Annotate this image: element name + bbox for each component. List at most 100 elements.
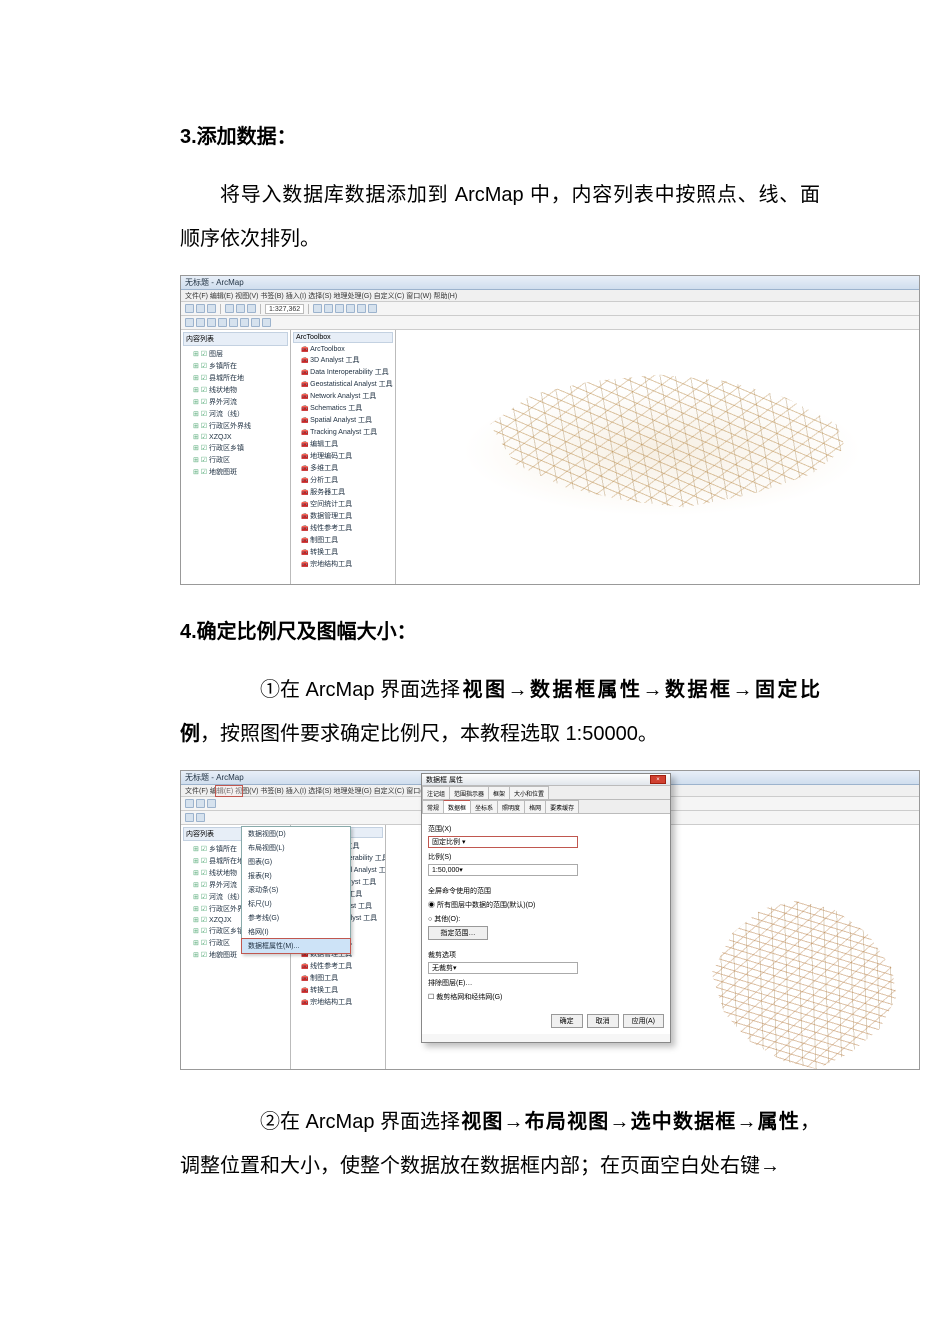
toc-item[interactable]: 行政区外界线 [183,420,288,432]
radio-all-layers[interactable]: ◉ 所有图层中数据的范围(默认)(D) [428,900,664,910]
open-icon[interactable] [196,304,205,313]
new-icon[interactable] [185,799,194,808]
toc-panel[interactable]: 内容列表 图层 乡镇所在 县城所在地 线状地物 界外河流 河流（线） 行政区外界… [181,330,291,584]
save-icon[interactable] [207,799,216,808]
clip-grid-checkbox[interactable]: ☐ 裁剪格网和经纬网(G) [428,992,664,1002]
radio-other[interactable]: ○ 其他(O): [428,914,664,924]
tool-icon[interactable] [346,304,355,313]
tool-icon[interactable] [207,318,216,327]
arctoolbox-panel[interactable]: ArcToolbox ArcToolbox 3D Analyst 工具 Data… [291,330,396,584]
dropdown-item-dataframe-properties[interactable]: 数据框属性(M)... [241,938,351,954]
dialog-tab[interactable]: 常规 [422,800,444,813]
toolbox-item[interactable]: Data Interoperability 工具 [293,366,393,378]
toolbox-item[interactable]: 空间统计工具 [293,498,393,510]
scale-combobox[interactable]: 1:50,000 ▾ [428,864,578,876]
toolbox-item[interactable]: 宗地结构工具 [293,996,383,1008]
toolbox-item[interactable]: 地理编码工具 [293,450,393,462]
toc-item[interactable]: 行政区乡镇 [183,442,288,454]
toolbox-item[interactable]: 宗地结构工具 [293,558,393,570]
tool-icon[interactable] [229,318,238,327]
toolbox-item[interactable]: 数据管理工具 [293,510,393,522]
copy-icon[interactable] [236,304,245,313]
toc-item[interactable]: 河流（线） [183,408,288,420]
cut-icon[interactable] [225,304,234,313]
dialog-tab[interactable]: 大小和位置 [509,786,549,799]
tool-icon[interactable] [357,304,366,313]
scale-box[interactable]: 1:327,362 [265,304,304,314]
toc-item[interactable]: XZQJX [183,432,288,442]
tool-icon[interactable] [218,318,227,327]
tool-icon[interactable] [368,304,377,313]
ok-button[interactable]: 确定 [551,1014,583,1028]
tool-icon[interactable] [313,304,322,313]
map-canvas[interactable] [396,330,919,584]
cancel-button[interactable]: 取消 [587,1014,619,1028]
dialog-tab[interactable]: 范围指示器 [449,786,489,799]
toolbox-item[interactable]: 线性参考工具 [293,522,393,534]
open-icon[interactable] [196,799,205,808]
dropdown-item[interactable]: 参考线(G) [242,911,350,925]
dialog-tab[interactable]: 要素缓存 [545,800,579,813]
toolbox-item[interactable]: ArcToolbox [293,345,393,354]
dropdown-item[interactable]: 滚动条(S) [242,883,350,897]
dialog-tab[interactable]: 格网 [524,800,546,813]
view-menu-highlight[interactable] [215,785,243,797]
dropdown-item[interactable]: 图表(G) [242,855,350,869]
toc-item[interactable]: 乡镇所在 [183,360,288,372]
toolbar-row-2[interactable] [181,316,919,330]
tool-icon[interactable] [251,318,260,327]
dropdown-item[interactable]: 格网(I) [242,925,350,939]
dialog-tab[interactable]: 坐标系 [470,800,498,813]
toolbox-item[interactable]: Spatial Analyst 工具 [293,414,393,426]
toolbox-item[interactable]: 线性参考工具 [293,960,383,972]
toc-item[interactable]: 行政区 [183,454,288,466]
toc-item[interactable]: 界外河流 [183,396,288,408]
exclude-layers[interactable]: 排除图层(E)… [428,978,664,988]
toolbox-item[interactable]: 转换工具 [293,984,383,996]
close-icon[interactable]: × [650,775,666,784]
dropdown-item[interactable]: 报表(R) [242,869,350,883]
toolbox-item[interactable]: 3D Analyst 工具 [293,354,393,366]
toolbox-item[interactable]: 多维工具 [293,462,393,474]
toolbox-item[interactable]: 转换工具 [293,546,393,558]
clip-combobox[interactable]: 无裁剪 ▾ [428,962,578,974]
toc-item[interactable]: 图层 [183,348,288,360]
tool-icon[interactable] [196,318,205,327]
dialog-tab-dataframe[interactable]: 数据框 [443,800,471,813]
toolbox-item[interactable]: 制图工具 [293,972,383,984]
toolbox-item[interactable]: 编辑工具 [293,438,393,450]
tool-icon[interactable] [324,304,333,313]
dataframe-properties-dialog[interactable]: 数据框 属性 × 注记组 范围指示器 框架 大小和位置 常规 数据框 坐标系 照… [421,773,671,1043]
toolbox-item[interactable]: Network Analyst 工具 [293,390,393,402]
save-icon[interactable] [207,304,216,313]
new-icon[interactable] [185,304,194,313]
view-dropdown-menu[interactable]: 数据视图(D) 布局视图(L) 图表(G) 报表(R) 滚动条(S) 标尺(U)… [241,826,351,954]
dialog-tab[interactable]: 注记组 [422,786,450,799]
menubar[interactable]: 文件(F) 编辑(E) 视图(V) 书签(B) 插入(I) 选择(S) 地理处理… [181,290,919,302]
tool-icon[interactable] [262,318,271,327]
toolbar-row-1[interactable]: 1:327,362 [181,302,919,316]
toc-item[interactable]: 线状地物 [183,384,288,396]
tool-icon[interactable] [196,813,205,822]
paste-icon[interactable] [247,304,256,313]
dialog-tabs-row1[interactable]: 注记组 范围指示器 框架 大小和位置 [422,786,670,800]
toolbox-item[interactable]: Schematics 工具 [293,402,393,414]
dialog-tab[interactable]: 照明度 [497,800,525,813]
toolbox-item[interactable]: Geostatistical Analyst 工具 [293,378,393,390]
range-combobox[interactable]: 固定比例 ▾ [428,836,578,848]
toolbox-item[interactable]: 服务器工具 [293,486,393,498]
dropdown-item[interactable]: 布局视图(L) [242,841,350,855]
apply-button[interactable]: 应用(A) [623,1014,664,1028]
dropdown-item[interactable]: 标尺(U) [242,897,350,911]
toc-item[interactable]: 县城所在地 [183,372,288,384]
dialog-tab[interactable]: 框架 [488,786,510,799]
toolbox-item[interactable]: 制图工具 [293,534,393,546]
toolbox-item[interactable]: Tracking Analyst 工具 [293,426,393,438]
tool-icon[interactable] [335,304,344,313]
tool-icon[interactable] [185,813,194,822]
specify-extent-button[interactable]: 指定范围… [428,926,488,940]
tool-icon[interactable] [185,318,194,327]
dropdown-item[interactable]: 数据视图(D) [242,827,350,841]
toc-item[interactable]: 地貌图斑 [183,466,288,478]
tool-icon[interactable] [240,318,249,327]
